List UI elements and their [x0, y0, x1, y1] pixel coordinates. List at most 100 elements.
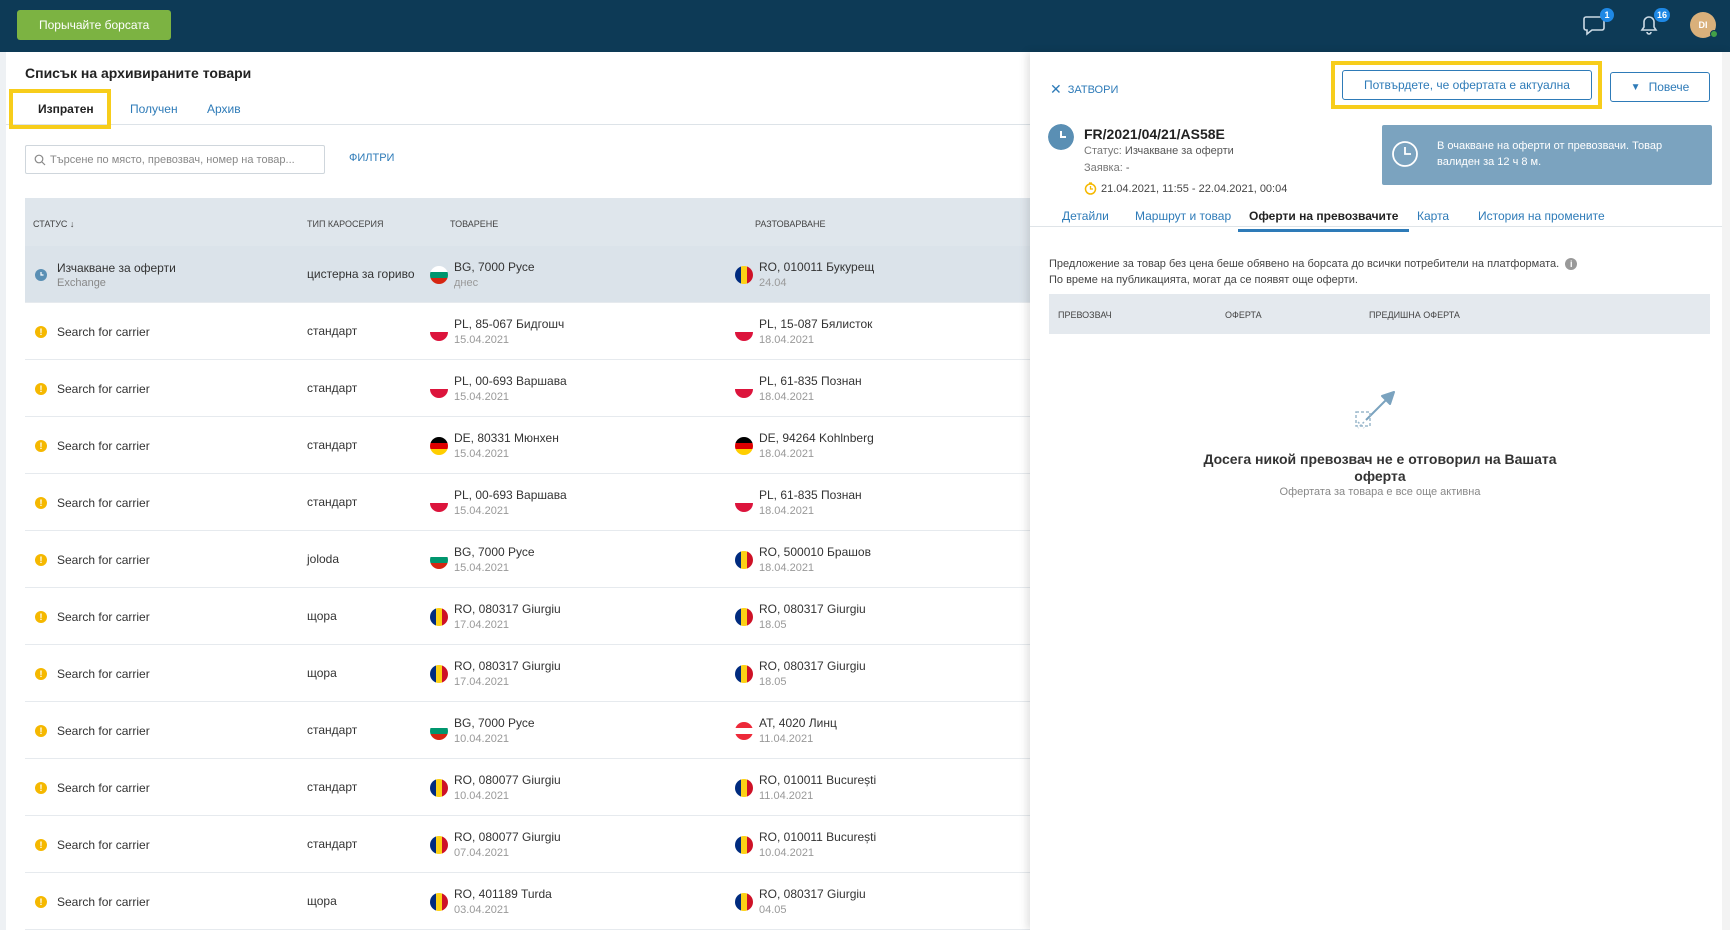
unloading-date: 18.04.2021: [759, 448, 815, 460]
timer-icon: [1084, 182, 1097, 195]
unloading-cell: RO, 080317 Giurgiu 18.05: [735, 645, 866, 702]
unloading-place: RO, 010011 București: [759, 773, 877, 787]
table-row[interactable]: ! Search for carrier стандарт PL, 85-067…: [25, 303, 1030, 360]
status-text: Search for carrier: [57, 780, 150, 795]
warning-icon: !: [35, 781, 47, 794]
status-value: Изчакване за оферти: [1124, 145, 1234, 157]
table-row[interactable]: ! Search for carrier щора RO, 080317 Giu…: [25, 588, 1030, 645]
table-row[interactable]: ! Search for carrier стандарт DE, 80331 …: [25, 417, 1030, 474]
flag-icon: [735, 664, 753, 683]
loading-cell: BG, 7000 Русе 15.04.2021: [430, 531, 535, 588]
unloading-place: RO, 500010 Брашов: [759, 545, 871, 559]
online-status-dot: [1710, 30, 1718, 38]
info-icon[interactable]: i: [1565, 258, 1578, 270]
body-type-cell: joloda: [307, 552, 340, 566]
tab-details[interactable]: Детайли: [1062, 209, 1109, 229]
flag-icon: [430, 265, 448, 284]
status-label: Статус:: [1084, 145, 1122, 157]
unloading-cell: RO, 080317 Giurgiu 18.05: [735, 588, 866, 645]
status-cell: ! Search for carrier: [35, 645, 150, 702]
exchange-button[interactable]: Порычайте борсата: [17, 10, 172, 40]
table-row[interactable]: ! Search for carrier стандарт RO, 080077…: [25, 759, 1030, 816]
search-input[interactable]: [50, 146, 320, 173]
loading-cell: RO, 080317 Giurgiu 17.04.2021: [430, 588, 561, 645]
flag-icon: [735, 778, 753, 797]
flag-icon: [430, 493, 448, 512]
tabs-divider: [6, 124, 1030, 125]
tab-archive[interactable]: Архив: [207, 92, 241, 126]
user-avatar[interactable]: DI: [1690, 12, 1718, 38]
unloading-cell: AT, 4020 Линц 11.04.2021: [735, 702, 837, 759]
table-row[interactable]: ! Search for carrier стандарт PL, 00-693…: [25, 474, 1030, 531]
column-unloading: РАЗТОВАРВАНЕ: [755, 219, 826, 229]
flag-icon: [430, 607, 448, 626]
empty-state-subtitle: Офертата за товара е все още активна: [1279, 486, 1481, 498]
tab-received[interactable]: Получен: [130, 92, 178, 126]
status-text: Изчакване за оферти: [57, 260, 176, 275]
table-row[interactable]: Изчакване за оферти Exchange цистерна за…: [25, 246, 1030, 303]
unloading-place: PL, 15-087 Бялисток: [759, 317, 873, 331]
close-button[interactable]: ✕ ЗАТВОРИ: [1050, 81, 1118, 98]
loading-date: 10.04.2021: [454, 733, 510, 745]
unloading-place: RO, 010011 București: [759, 830, 877, 844]
loading-date: 15.04.2021: [454, 505, 510, 517]
status-cell: ! Search for carrier: [35, 702, 150, 759]
unloading-date: 18.04.2021: [759, 505, 815, 517]
body-type-cell: стандарт: [307, 723, 358, 737]
warning-icon: !: [35, 439, 47, 452]
unloading-date: 18.04.2021: [759, 334, 815, 346]
body-type-cell: щора: [307, 894, 337, 908]
tab-route-cargo[interactable]: Маршрут и товар: [1135, 209, 1231, 229]
body-type-cell: стандарт: [307, 837, 358, 851]
status-text: Search for carrier: [57, 495, 150, 510]
filters-link[interactable]: ФИЛТРИ: [349, 152, 394, 164]
warning-icon: !: [35, 838, 47, 851]
unloading-place: DE, 94264 Kohlnberg: [759, 431, 874, 445]
unloading-cell: DE, 94264 Kohlnberg 18.04.2021: [735, 417, 874, 474]
unloading-place: RO, 080317 Giurgiu: [759, 887, 866, 901]
table-row[interactable]: ! Search for carrier стандарт PL, 00-693…: [25, 360, 1030, 417]
table-row[interactable]: ! Search for carrier щора RO, 080317 Giu…: [25, 645, 1030, 702]
tab-carrier-offers[interactable]: Оферти на превозвачите: [1238, 209, 1410, 232]
loading-cell: PL, 00-693 Варшава 15.04.2021: [430, 474, 567, 531]
flag-icon: [735, 892, 753, 911]
status-cell: ! Search for carrier: [35, 588, 150, 645]
avatar-initials: DI: [1698, 20, 1708, 30]
intro-line-2: По време на публикацията, могат да се по…: [1049, 274, 1358, 286]
column-body-type: ТИП КАРОСЕРИЯ: [307, 219, 384, 229]
column-status[interactable]: СТАТУС ↓: [33, 219, 74, 229]
tab-change-history[interactable]: История на промените: [1478, 209, 1605, 229]
status-line: Статус: Изчакване за оферти: [1084, 145, 1234, 157]
flag-icon: [430, 550, 448, 569]
messages-button[interactable]: 1: [1582, 8, 1614, 38]
table-row[interactable]: ! Search for carrier стандарт BG, 7000 Р…: [25, 702, 1030, 759]
loading-place: BG, 7000 Русе: [454, 260, 535, 274]
table-row[interactable]: ! Search for carrier щора RO, 401189 Tur…: [25, 873, 1030, 930]
status-cell: ! Search for carrier: [35, 873, 150, 930]
table-row[interactable]: ! Search for carrier joloda BG, 7000 Рус…: [25, 531, 1030, 588]
flag-icon: [735, 607, 753, 626]
detail-panel: ✕ ЗАТВОРИ Потвърдете, че офертата е акту…: [1030, 52, 1730, 930]
loading-cell: RO, 080077 Giurgiu 07.04.2021: [430, 816, 561, 873]
flag-icon: [735, 550, 753, 569]
status-cell: ! Search for carrier: [35, 303, 150, 360]
arrow-up-right-icon: [1355, 391, 1395, 429]
more-button[interactable]: ▼ Повече: [1610, 72, 1710, 102]
flag-icon: [430, 436, 448, 455]
request-label: Заявка:: [1084, 162, 1123, 174]
body-type-cell: стандарт: [307, 381, 358, 395]
status-text: Search for carrier: [57, 381, 150, 396]
status-text: Search for carrier: [57, 666, 150, 681]
status-cell: ! Search for carrier: [35, 474, 150, 531]
highlight-sent-tab: [9, 89, 111, 129]
clock-status-icon: [1048, 124, 1074, 150]
loading-cell: RO, 080317 Giurgiu 17.04.2021: [430, 645, 561, 702]
loading-date: днес: [454, 277, 479, 289]
scrollbar[interactable]: [1722, 52, 1730, 930]
unloading-cell: RO, 010011 București 10.04.2021: [735, 816, 876, 873]
top-bar: Порычайте борсата 1 16 DI: [0, 0, 1730, 52]
table-row[interactable]: ! Search for carrier стандарт RO, 080077…: [25, 816, 1030, 873]
tab-map[interactable]: Карта: [1417, 209, 1449, 229]
notifications-button[interactable]: 16: [1638, 8, 1670, 38]
flag-icon: [735, 436, 753, 455]
